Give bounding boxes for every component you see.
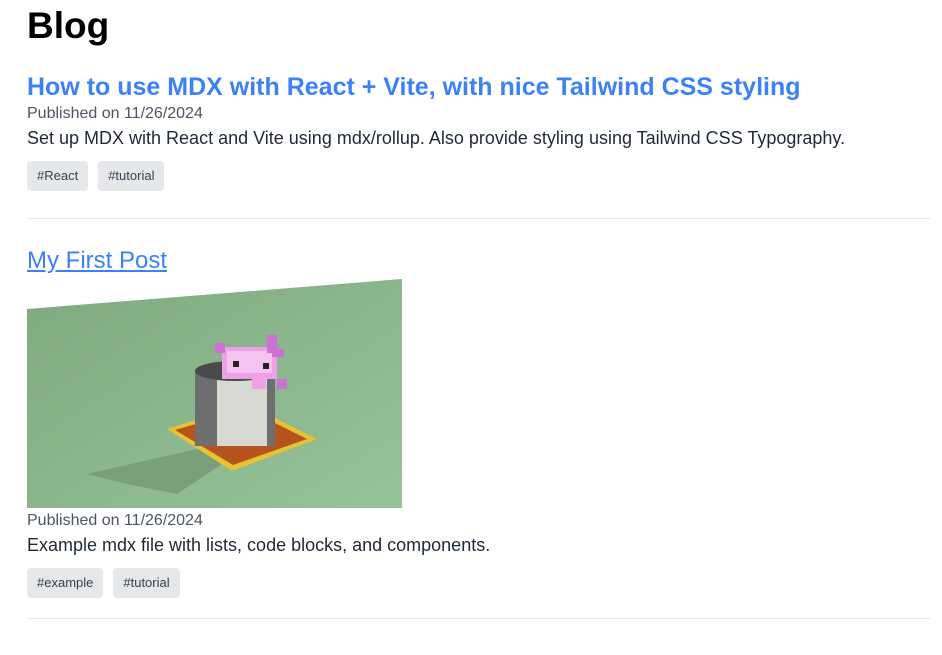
tag-example[interactable]: #example (27, 568, 104, 598)
post-title-link[interactable]: How to use MDX with React + Vite, with n… (27, 72, 930, 102)
post-description: Example mdx file with lists, code blocks… (27, 535, 491, 555)
post-date: Published on 11/26/2024 (27, 105, 203, 122)
post-title-link[interactable]: My First Post (27, 246, 930, 276)
blog-page: Blog How to use MDX with React + Vite, w… (0, 0, 942, 619)
tag-list: #example #tutorial (27, 568, 930, 598)
page-title: Blog (27, 5, 110, 46)
tag-react[interactable]: #React (27, 161, 89, 191)
tag-tutorial[interactable]: #tutorial (98, 161, 165, 191)
post-card: My First Post Published on 11/26/2024 Ex… (27, 219, 930, 619)
post-date: Published on 11/26/2024 (27, 512, 203, 529)
tag-list: #React #tutorial (27, 161, 930, 191)
tag-tutorial[interactable]: #tutorial (113, 568, 180, 598)
post-description: Set up MDX with React and Vite using mdx… (27, 128, 846, 148)
post-card: How to use MDX with React + Vite, with n… (27, 62, 930, 219)
post-cover-image (27, 279, 402, 508)
